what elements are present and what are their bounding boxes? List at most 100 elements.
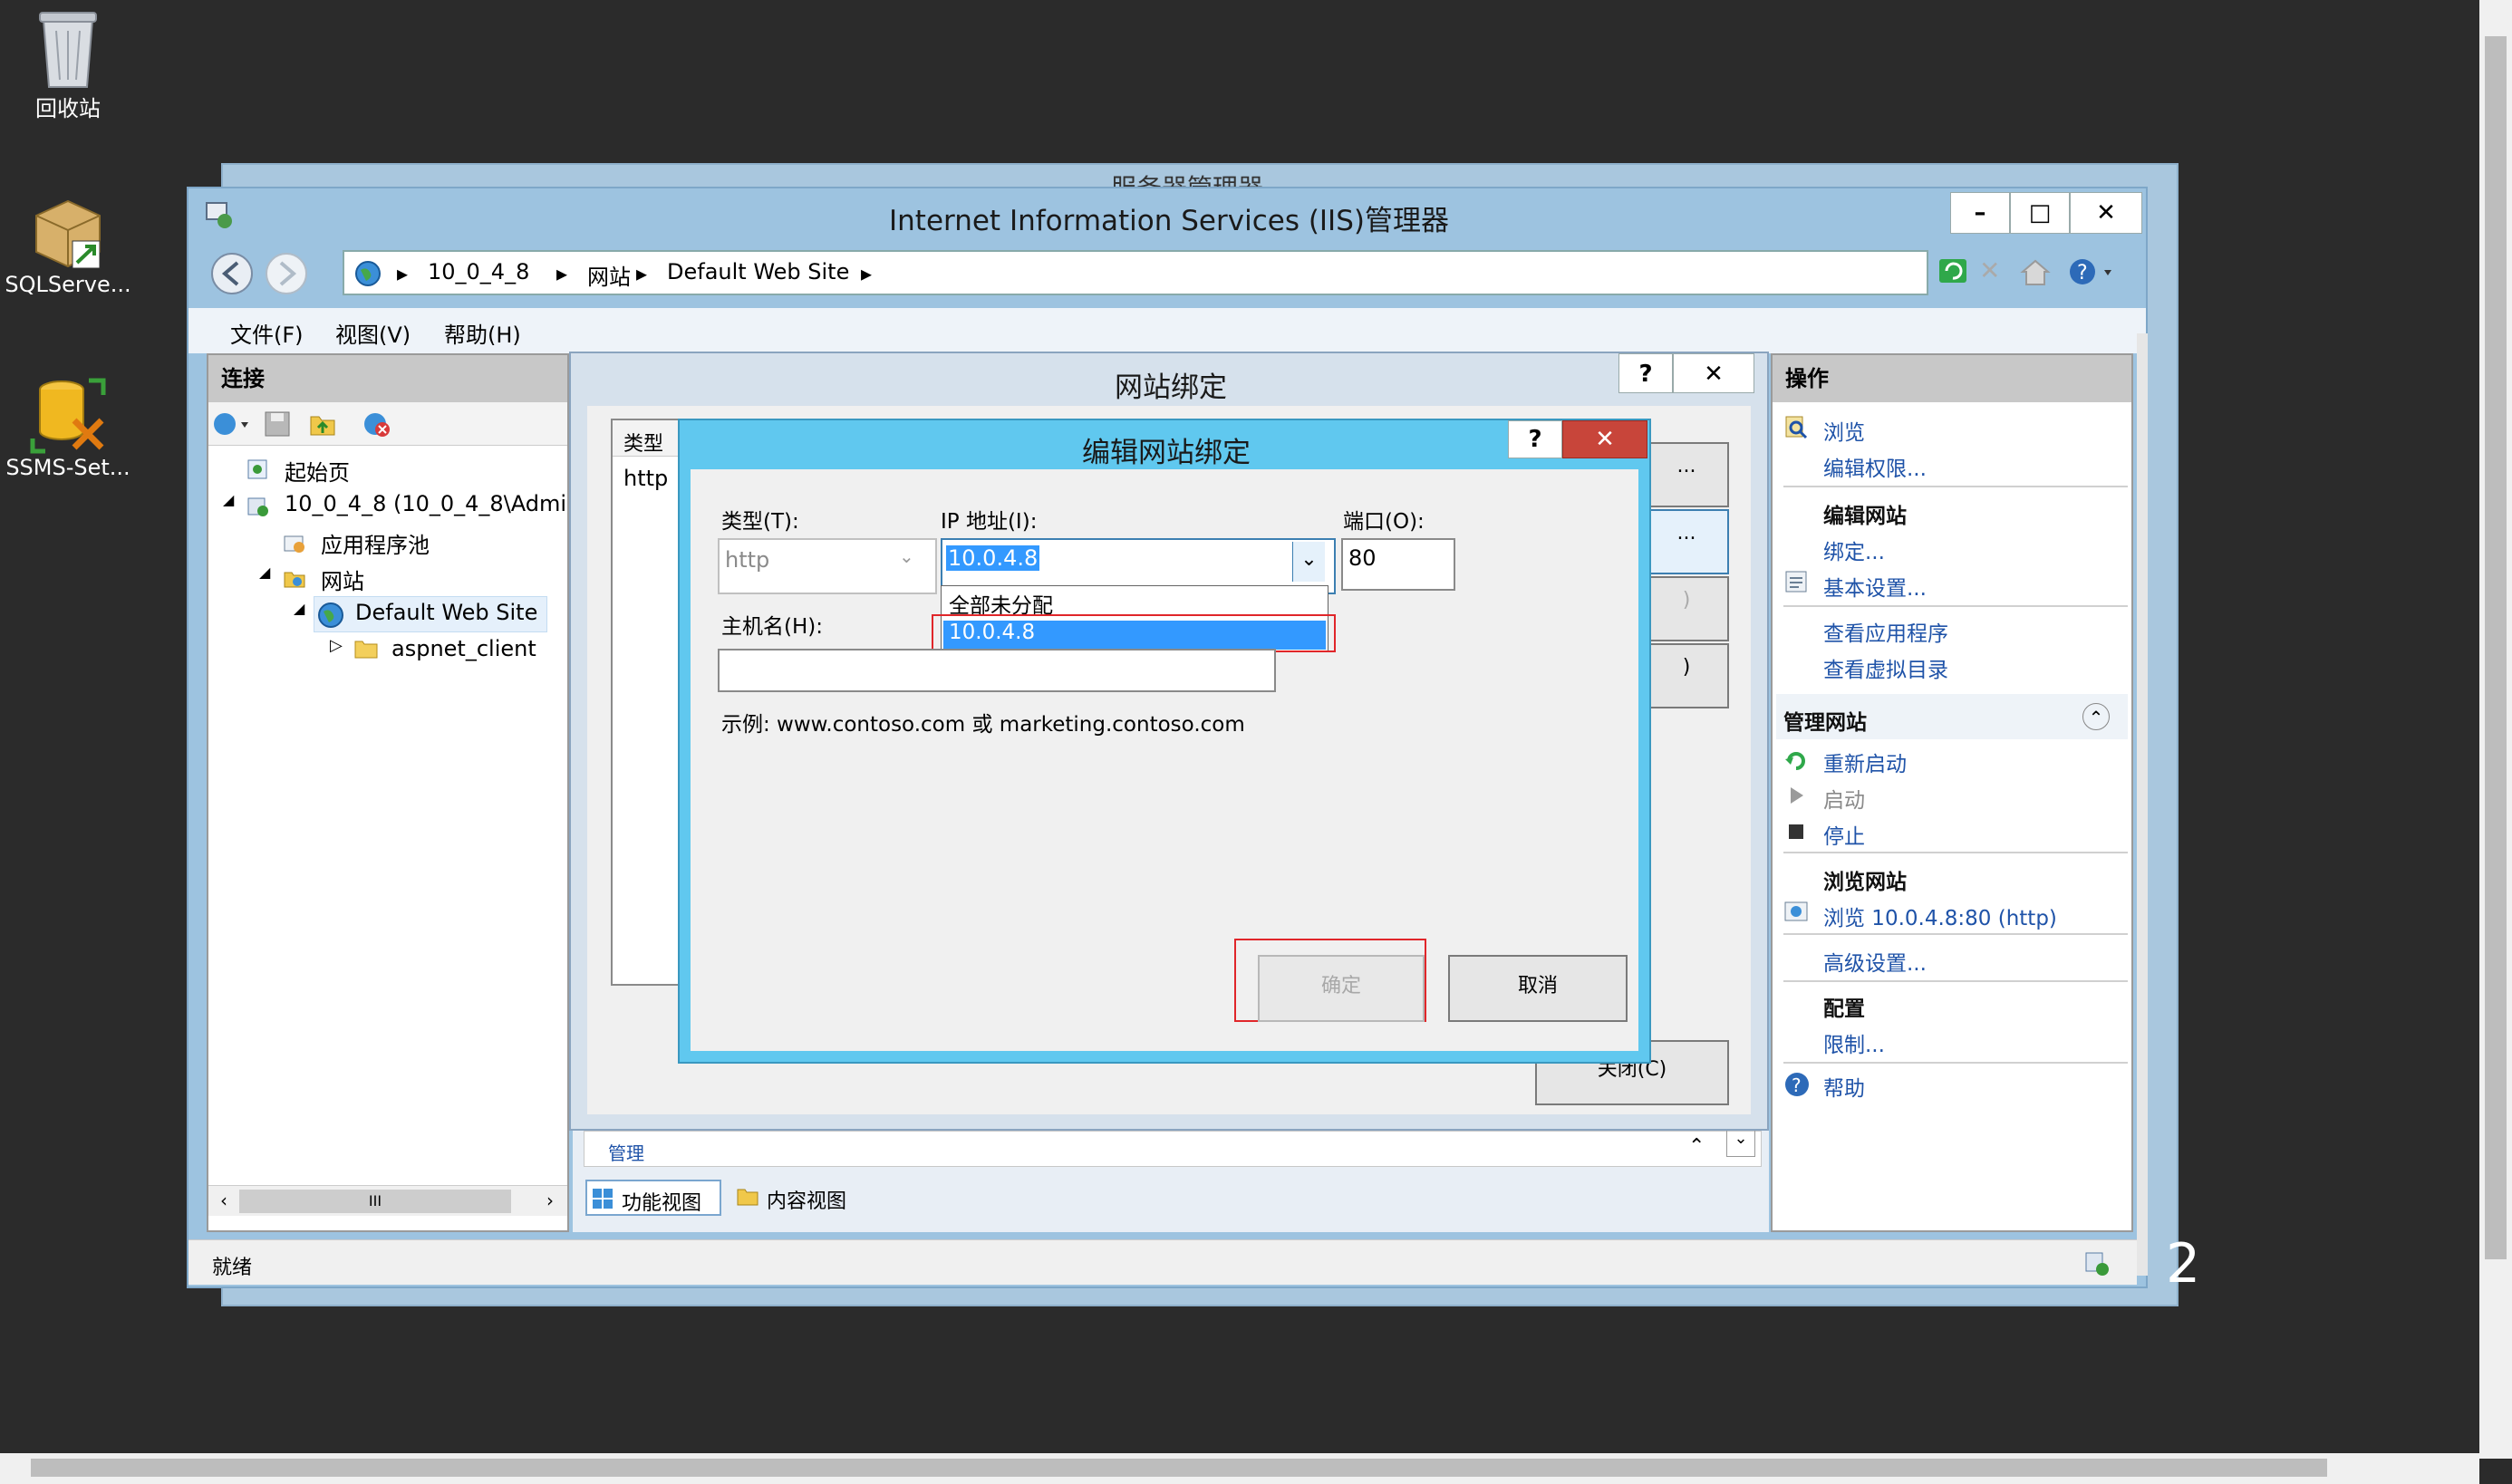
window-right-scrollbar[interactable] <box>2137 333 2148 1276</box>
site-bindings-close-button[interactable]: ✕ <box>1673 353 1754 393</box>
ip-address-label: IP 地址(I): <box>941 510 1038 534</box>
action-edit-permissions[interactable]: 编辑权限... <box>1823 451 1927 482</box>
action-basic-settings[interactable]: 基本设置... <box>1823 571 1927 602</box>
bindings-row-type[interactable]: http <box>623 466 668 491</box>
svg-text:?: ? <box>1792 1074 1802 1096</box>
tree-app-pools[interactable]: 应用程序池 <box>321 527 430 559</box>
refresh-icon[interactable] <box>1937 255 1970 288</box>
maximize-button[interactable]: □ <box>2010 192 2070 234</box>
manage-group-label: 管理 <box>608 1142 644 1164</box>
ip-address-value: 10.0.4.8 <box>946 545 1040 571</box>
server-icon <box>246 495 270 518</box>
minimize-button[interactable]: – <box>1950 192 2010 234</box>
manage-site-heading: 管理网站 <box>1783 711 1867 735</box>
recycle-bin-icon <box>36 7 100 91</box>
recycle-bin-shortcut[interactable]: 回收站 <box>0 0 136 122</box>
desktop-vertical-scrollbar[interactable] <box>2479 0 2512 1459</box>
sites-folder-icon <box>283 567 306 591</box>
disconnect-icon[interactable] <box>362 410 391 438</box>
action-stop[interactable]: 停止 <box>1823 819 1865 850</box>
tree-aspnet-client[interactable]: aspnet_client <box>391 636 536 661</box>
desktop-horizontal-scrollbar[interactable] <box>0 1453 2479 1484</box>
tree-expander-icon[interactable]: ◢ <box>294 600 304 617</box>
type-select-value: http <box>725 547 770 573</box>
host-name-example: 示例: www.contoso.com 或 marketing.contoso.… <box>721 713 1245 737</box>
host-name-input[interactable] <box>718 649 1276 692</box>
ok-button[interactable]: 确定 <box>1258 955 1425 1022</box>
scroll-thumb[interactable]: III <box>239 1190 511 1213</box>
breadcrumb-separator-icon: ▸ <box>861 261 873 286</box>
breadcrumb-sites[interactable]: 网站 <box>587 259 631 291</box>
action-view-virtual-directories[interactable]: 查看虚拟目录 <box>1823 652 1948 683</box>
site-bindings-browse-button[interactable]: ) <box>1644 643 1729 708</box>
save-icon[interactable] <box>263 410 292 438</box>
tree-sites[interactable]: 网站 <box>321 564 364 595</box>
divider <box>1783 1062 2128 1064</box>
tree-start-page[interactable]: 起始页 <box>285 455 350 487</box>
action-start: 启动 <box>1823 789 1865 813</box>
close-button[interactable]: ✕ <box>2070 192 2142 234</box>
background-partial-text: 2 <box>2166 1232 2201 1296</box>
address-bar[interactable]: ▸ 10_0_4_8 ▸ 网站 ▸ Default Web Site ▸ <box>343 250 1928 295</box>
globe-icon <box>353 259 382 288</box>
stop-icon[interactable]: ✕ <box>1979 255 2012 288</box>
action-limits[interactable]: 限制... <box>1823 1027 1885 1058</box>
type-label: 类型(T): <box>721 510 799 534</box>
desktop-vertical-scroll-thumb[interactable] <box>2485 36 2507 1259</box>
breadcrumb-server[interactable]: 10_0_4_8 <box>428 259 529 284</box>
forward-button[interactable] <box>261 248 312 299</box>
tree-server[interactable]: 10_0_4_8 (10_0_4_8\Administrator) <box>285 491 565 516</box>
help-dropdown[interactable]: ? <box>2068 255 2122 288</box>
edit-binding-help-button[interactable]: ? <box>1508 420 1562 458</box>
tree-expander-icon[interactable]: ◢ <box>259 564 270 581</box>
action-browse[interactable]: 浏览 <box>1823 415 1865 446</box>
start-page-icon <box>246 458 268 480</box>
window-title: Internet Information Services (IIS)管理器 <box>889 205 1449 237</box>
home-icon[interactable] <box>2019 255 2052 288</box>
folder-up-icon[interactable] <box>308 410 337 438</box>
chevron-down-icon[interactable]: ⌄ <box>1292 542 1325 582</box>
edit-site-heading: 编辑网站 <box>1823 505 1907 528</box>
ssms-setup-shortcut[interactable]: SSMS-Set... <box>0 362 136 480</box>
action-browse-url[interactable]: 浏览 10.0.4.8:80 (http) <box>1823 901 2057 931</box>
collapse-section-icon[interactable]: ⌃ <box>2082 703 2110 730</box>
edit-binding-close-button[interactable]: ✕ <box>1562 420 1647 458</box>
menu-file[interactable]: 文件(F) <box>230 317 304 349</box>
package-icon <box>27 190 109 272</box>
site-bindings-title: 网站绑定 <box>1115 371 1227 404</box>
scroll-down-icon[interactable]: ⌄ <box>1726 1128 1755 1157</box>
site-bindings-add-button[interactable]: ... <box>1644 442 1729 507</box>
action-restart[interactable]: 重新启动 <box>1823 747 1907 777</box>
ssms-setup-icon <box>27 373 109 455</box>
connections-horizontal-scrollbar[interactable]: ‹ III › <box>208 1185 567 1216</box>
action-view-applications[interactable]: 查看应用程序 <box>1823 616 1948 647</box>
connect-icon[interactable] <box>212 410 252 438</box>
collapse-up-icon[interactable]: ⌃ <box>1688 1135 1705 1158</box>
features-view-icon <box>591 1187 614 1210</box>
tree-default-web-site[interactable]: Default Web Site <box>355 600 537 625</box>
tree-expander-icon[interactable]: ◢ <box>223 491 234 508</box>
site-bindings-help-button[interactable]: ? <box>1618 353 1673 393</box>
action-help[interactable]: 帮助 <box>1823 1071 1865 1102</box>
action-advanced-settings[interactable]: 高级设置... <box>1823 946 1927 977</box>
desktop-horizontal-scroll-thumb[interactable] <box>31 1459 2327 1477</box>
breadcrumb-site[interactable]: Default Web Site <box>667 259 849 284</box>
host-name-label: 主机名(H): <box>721 615 823 639</box>
tab-features-view[interactable]: 功能视图 <box>585 1180 721 1216</box>
menu-help[interactable]: 帮助(H) <box>444 317 521 349</box>
action-bindings[interactable]: 绑定... <box>1823 535 1885 565</box>
divider <box>1783 980 2128 982</box>
tab-content-view[interactable]: 内容视图 <box>732 1180 868 1216</box>
sqlserver-shortcut[interactable]: SQLServe... <box>0 181 136 297</box>
back-button[interactable] <box>207 248 257 299</box>
port-input[interactable]: 80 <box>1341 538 1455 591</box>
scroll-left-icon[interactable]: ‹ <box>212 1190 236 1213</box>
cancel-button[interactable]: 取消 <box>1448 955 1628 1022</box>
site-bindings-edit-button[interactable]: ... <box>1644 509 1729 574</box>
divider <box>1783 852 2128 853</box>
tree-collapsed-icon[interactable]: ▷ <box>330 636 343 655</box>
scroll-right-icon[interactable]: › <box>538 1190 562 1213</box>
site-bindings-remove-button[interactable]: ) <box>1644 576 1729 641</box>
folder-icon <box>353 638 379 661</box>
menu-view[interactable]: 视图(V) <box>335 317 411 349</box>
